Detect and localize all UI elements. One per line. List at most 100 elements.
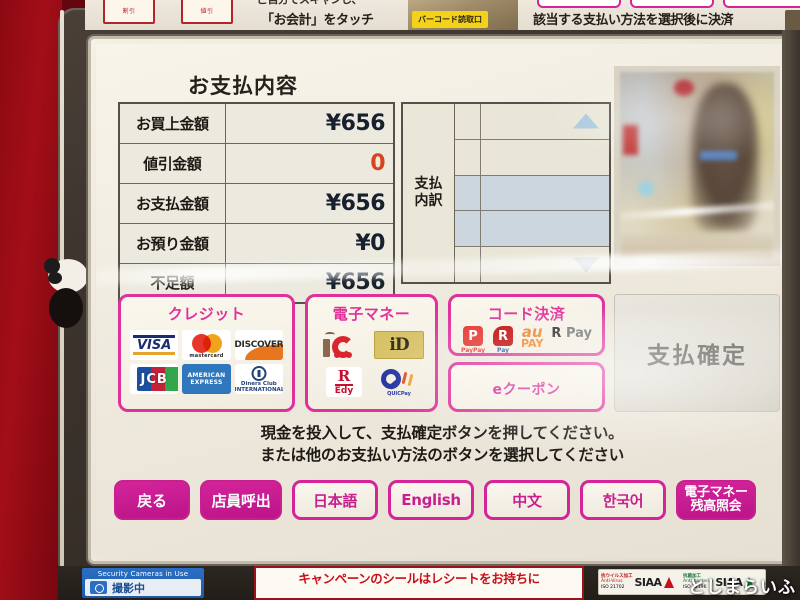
rpay-logo: R Pay [551,326,592,341]
confirm-payment-label: 支払確定 [647,343,747,369]
credit-logo-grid: VISA mastercard DISCOVER JCB AMERICAN EX… [121,324,292,394]
aupay-bottom: PAY [520,336,544,350]
discover-label: DISCOVER [234,340,283,350]
breakdown-row[interactable] [455,139,609,176]
credit-title: クレジット [167,305,246,323]
rakuten-edy-logo: R Edy [326,367,362,397]
lang-chinese-button[interactable]: 中文 [484,480,570,520]
breakdown-row[interactable] [455,211,609,248]
promo-pinkbar-1 [537,0,621,8]
payment-method-credit[interactable]: クレジット VISA mastercard DISCOVER JCB AMERI [118,294,295,412]
panda-mascot-icon [44,258,86,328]
promo-card-1: 割引 [103,0,155,24]
lang-korean-button[interactable]: 한국어 [580,480,666,520]
siaa-av-line3: ISO 21702 [601,584,625,590]
breakdown-title: 支払 内訳 [403,104,455,282]
security-notice-english: Security Cameras in Use [97,570,189,578]
call-staff-label: 店員呼出 [211,491,271,510]
campaign-notice: キャンペーンのシールはレシートをお持ちに [254,566,584,600]
breakdown-title-line2: 内訳 [414,193,443,209]
kiosk-right-edge [782,30,800,566]
breakdown-title-line1: 支払 [414,175,443,192]
emoney-logo-grid: iD R Edy QUICPay [308,324,435,399]
quicpay-logo: QUICPay [377,368,421,397]
campaign-text: キャンペーンのシールはレシートをお持ちに [298,571,540,586]
lang-japanese-button[interactable]: 日本語 [292,480,378,520]
rpay-rest: Pay [561,326,592,341]
barcode-reader-label: バーコード読取口 [412,11,488,28]
siaa-badge-antivirus: 抗ウイルス加工 Anti-Virus ISO 21702 SIAA [601,572,681,592]
quicpay-label: QUICPay [387,391,411,397]
page-title: お支払内容 [188,74,298,98]
rpay-bold: R [551,326,562,341]
payment-method-code[interactable]: コード決済 P PayPay R Pay au PAY R Pay [448,294,605,356]
ic-card-logo [322,332,366,358]
touchscreen-frame: お支払内容 お買上金額 ¥656 値引金額 0 お支払金額 ¥656 お預り金額… [88,36,794,564]
row-label: お支払金額 [118,182,226,224]
emoney-balance-line1: 電子マネー [684,484,748,500]
paypay-mark: P [463,326,483,346]
table-row: お買上金額 ¥656 [118,102,395,144]
lang-english-label: English [401,491,461,509]
table-row: お預り金額 ¥0 [118,222,395,264]
lang-japanese-label: 日本語 [312,491,358,510]
emoney-balance-line2: 残高照会 [690,499,742,514]
row-label: お預り金額 [118,222,226,264]
back-button-label: 戻る [137,491,167,510]
promo-pinkbar-2 [630,0,714,8]
rakuten-pay-label: Pay [496,347,509,354]
instruction-line-2: または他のお支払い方法のボタンを選択してください [260,446,624,465]
amount-table: お買上金額 ¥656 値引金額 0 お支払金額 ¥656 お預り金額 ¥0 不足… [118,102,395,304]
code-title: コード決済 [487,305,566,323]
promo-touch-text: 「お会計」をタッチ [261,13,374,28]
mastercard-label: mastercard [189,353,224,359]
security-notice-japanese: 撮影中 [112,581,145,595]
visa-label: VISA [137,337,172,353]
breakdown-row[interactable] [455,175,609,212]
siaa-av-mark: SIAA [634,575,663,589]
instruction-line-1: 現金を投入して、支払確定ボタンを押してください。 [260,424,624,442]
rakuten-pay-mark: R [492,326,513,346]
code-logo-row: P PayPay R Pay au PAY R Pay [451,324,602,355]
promo-card-2: 値引 [181,0,233,24]
row-value: ¥656 [224,182,395,224]
back-button[interactable]: 戻る [114,480,190,520]
jcb-label: JCB [140,371,168,387]
site-watermark: としまらいふ [688,578,796,598]
promo-card-1-label: 割引 [122,8,136,15]
visa-logo: VISA [130,330,179,360]
table-row: お支払金額 ¥656 [118,182,395,224]
lang-english-button[interactable]: English [388,480,474,520]
call-staff-button[interactable]: 店員呼出 [200,480,282,520]
promo-card-2-label: 値引 [200,8,214,15]
lang-korean-label: 한국어 [602,491,644,510]
row-label: お買上金額 [118,102,226,144]
row-value: 0 [224,142,395,184]
camera-icon [90,581,107,594]
edy-label: Edy [334,383,354,396]
emoney-balance-button[interactable]: 電子マネー 残高照会 [676,480,756,520]
amex-label: AMERICAN EXPRESS [187,371,226,387]
bottom-hardware-strip: Security Cameras in Use 撮影中 キャンペーンのシールはレ… [58,566,800,600]
scroll-up-icon[interactable] [573,113,599,129]
instruction-text: 現金を投入して、支払確定ボタンを押してください。 または他のお支払い方法のボタン… [96,422,788,467]
aupay-logo: au PAY [520,325,544,350]
promo-right-text: 該当する支払い方法を選択後に決済 [533,13,734,28]
scroll-down-icon[interactable] [573,257,599,273]
breakdown-rows [455,104,609,282]
security-camera-notice: Security Cameras in Use 撮影中 [82,568,204,598]
breakdown-row[interactable] [455,247,609,282]
paypay-logo: P PayPay [461,326,485,354]
emoney-title: 電子マネー [332,305,411,323]
id-logo: iD [374,331,424,359]
touchscreen: お支払内容 お買上金額 ¥656 値引金額 0 お支払金額 ¥656 お預り金額… [96,44,788,558]
siaa-av-arrow-icon [663,576,674,588]
payment-method-ecoupon[interactable]: eクーポン [448,362,605,412]
top-promo-banner: 割引 値引 ご自分でスキャンし、 「お会計」をタッチ バーコード読取口 該当する… [85,0,800,30]
confirm-payment-button[interactable]: 支払確定 [614,294,780,412]
breakdown-row[interactable] [455,104,609,140]
table-row: 値引金額 0 [118,142,395,184]
payment-method-emoney[interactable]: 電子マネー iD R Edy QUICPay [305,294,438,412]
id-label: iD [389,335,409,355]
promo-right-photo [785,10,800,30]
